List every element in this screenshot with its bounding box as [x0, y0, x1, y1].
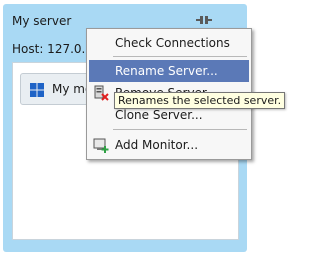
- add-monitor-icon: [93, 138, 109, 153]
- tooltip: Renames the selected server.: [114, 92, 286, 109]
- menu-separator: [113, 129, 247, 130]
- menu-item-label: Clone Server...: [115, 108, 203, 122]
- plug-connector-icon[interactable]: [196, 15, 212, 25]
- menu-item-add-monitor[interactable]: Add Monitor...: [89, 134, 249, 156]
- menu-item-check-connections[interactable]: Check Connections: [89, 32, 249, 54]
- windows-icon: [30, 83, 44, 97]
- menu-item-rename-server[interactable]: Rename Server...: [89, 60, 249, 82]
- menu-separator: [113, 56, 247, 57]
- server-name: My server: [12, 14, 72, 28]
- menu-item-label: Rename Server...: [115, 64, 218, 78]
- menu-item-label: Add Monitor...: [115, 138, 199, 152]
- menu-item-label: Check Connections: [115, 36, 230, 50]
- remove-server-icon: [94, 85, 109, 101]
- screen: My server Host: 127.0.0.1 My monitor Che: [0, 0, 286, 257]
